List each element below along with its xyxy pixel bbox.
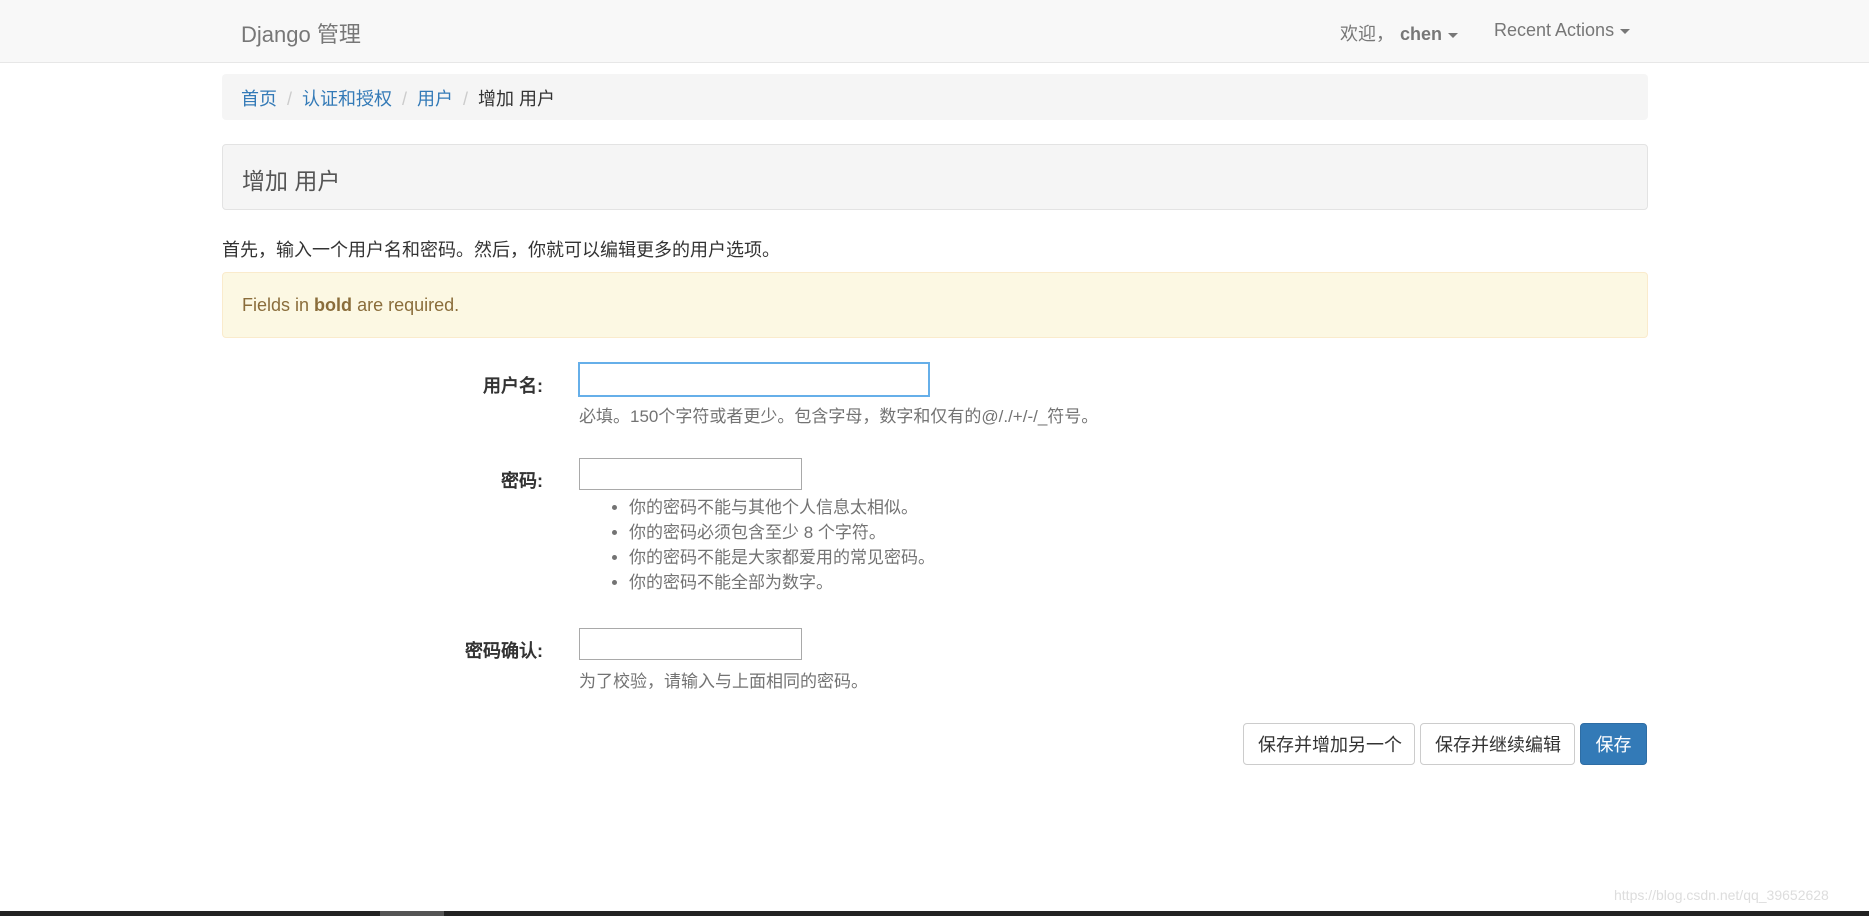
watermark: https://blog.csdn.net/qq_39652628 xyxy=(1614,887,1829,903)
recent-actions-label: Recent Actions xyxy=(1494,20,1615,40)
navbar: Django 管理 欢迎， chen Recent Actions xyxy=(0,0,1869,63)
list-item: 你的密码不能是大家都爱用的常见密码。 xyxy=(629,545,935,570)
password-label: 密码: xyxy=(501,471,543,491)
username-input[interactable] xyxy=(579,363,929,396)
alert-prefix: Fields in xyxy=(242,295,310,315)
password-help-list: 你的密码不能与其他个人信息太相似。 你的密码必须包含至少 8 个字符。 你的密码… xyxy=(579,495,935,595)
caret-down-icon xyxy=(1620,28,1631,34)
alert-suffix: are required. xyxy=(357,295,460,315)
required-fields-alert: Fields in bold are required. xyxy=(222,272,1648,338)
breadcrumb-separator: / xyxy=(287,89,293,109)
welcome-text: 欢迎， xyxy=(1340,24,1394,44)
recent-actions-menu[interactable]: Recent Actions xyxy=(1494,20,1631,41)
alert-bold: bold xyxy=(314,295,353,315)
intro-text: 首先，输入一个用户名和密码。然后，你就可以编辑更多的用户选项。 xyxy=(222,240,780,260)
page-header: 增加 用户 xyxy=(222,144,1648,210)
caret-down-icon xyxy=(1448,32,1459,38)
page-title: 增加 用户 xyxy=(242,168,341,194)
breadcrumb-model[interactable]: 用户 xyxy=(417,89,453,109)
save-continue-button[interactable]: 保存并继续编辑 xyxy=(1420,723,1575,765)
breadcrumb-app[interactable]: 认证和授权 xyxy=(302,89,392,109)
username-label: 用户名: xyxy=(483,376,543,396)
username: chen xyxy=(1400,24,1443,44)
password-confirm-help: 为了校验，请输入与上面相同的密码。 xyxy=(579,672,868,691)
save-add-another-button[interactable]: 保存并增加另一个 xyxy=(1243,723,1415,765)
breadcrumb-separator: / xyxy=(463,89,469,109)
username-help: 必填。150个字符或者更少。包含字母，数字和仅有的@/./+/-/_符号。 xyxy=(579,407,1099,426)
scrollbar-thumb[interactable] xyxy=(380,911,444,916)
list-item: 你的密码不能与其他个人信息太相似。 xyxy=(629,495,935,520)
list-item: 你的密码必须包含至少 8 个字符。 xyxy=(629,520,935,545)
user-menu[interactable]: 欢迎， chen xyxy=(1340,20,1459,46)
brand-link[interactable]: Django 管理 xyxy=(241,17,361,49)
password-input[interactable] xyxy=(579,458,802,490)
horizontal-scrollbar[interactable] xyxy=(0,911,1869,916)
save-button[interactable]: 保存 xyxy=(1580,723,1647,765)
breadcrumb-current: 增加 用户 xyxy=(478,89,556,109)
breadcrumb-home[interactable]: 首页 xyxy=(241,89,277,109)
password-confirm-label: 密码确认: xyxy=(465,641,543,661)
breadcrumb-separator: / xyxy=(402,89,408,109)
password-confirm-input[interactable] xyxy=(579,628,802,660)
breadcrumb: 首页 / 认证和授权 / 用户 / 增加 用户 xyxy=(222,74,1648,120)
list-item: 你的密码不能全部为数字。 xyxy=(629,570,935,595)
